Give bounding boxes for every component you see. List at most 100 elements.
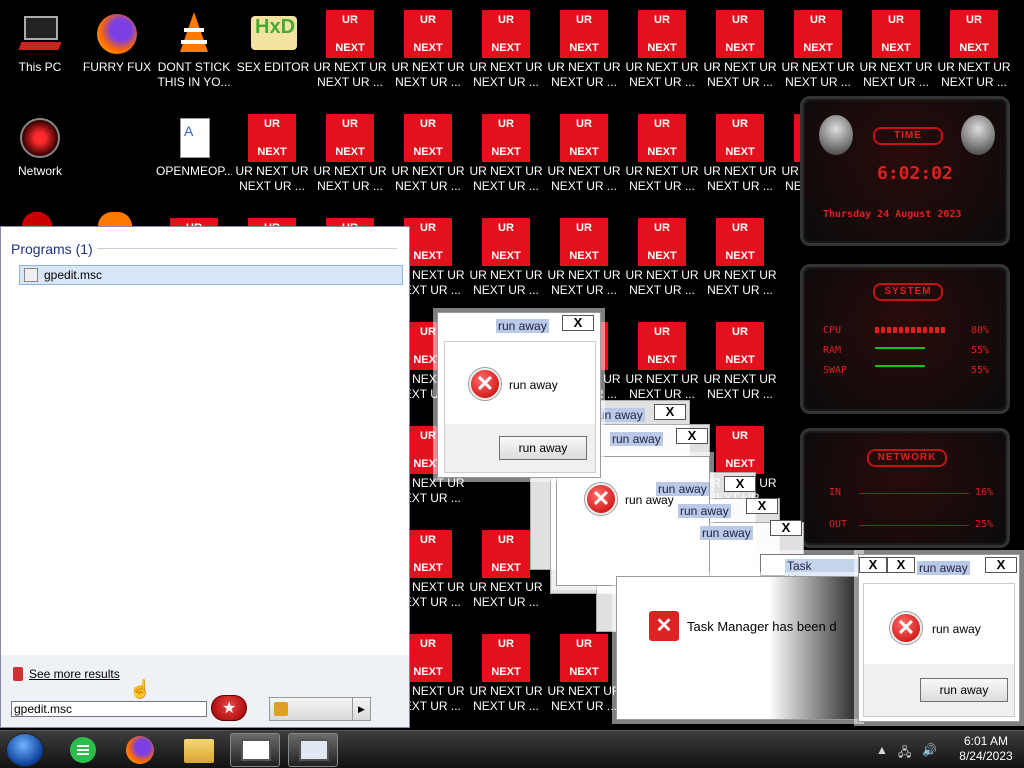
desktop-icon-ur-next[interactable]: URNEXTUR NEXT URNEXT UR ... bbox=[702, 4, 778, 90]
ur-icon-top-text: UR bbox=[420, 14, 436, 26]
desktop-icon-ur-next[interactable]: URNEXTUR NEXT URNEXT UR ... bbox=[546, 212, 622, 298]
ur-next-icon: UR NEXT bbox=[482, 530, 530, 578]
desktop-icon-ur-next[interactable]: URNEXTUR NEXT URNEXT UR ... bbox=[624, 212, 700, 298]
desktop-icon-label: NEXT UR ... bbox=[629, 179, 695, 193]
net-in-value: 16% bbox=[975, 487, 994, 498]
ur-next-icon: UR NEXT bbox=[716, 10, 764, 58]
ur-next-icon: UR NEXT bbox=[560, 10, 608, 58]
desktop-icon-ur-next[interactable]: URNEXTUR NEXT URNEXT UR ... bbox=[468, 4, 544, 90]
desktop-icon-ur-next[interactable]: URNEXTUR NEXT URNEXT UR ... bbox=[312, 4, 388, 90]
clock[interactable]: 6:01 AM 8/24/2023 bbox=[956, 734, 1016, 764]
close-button[interactable]: X bbox=[746, 498, 778, 514]
desktop-icon-label: NEXT UR ... bbox=[707, 387, 773, 401]
taskbar-app-window[interactable] bbox=[230, 733, 280, 767]
desktop-icon-label: NEXT UR ... bbox=[473, 699, 539, 713]
desktop-icon-ur-next[interactable]: URNEXTUR NEXT URNEXT UR ... bbox=[234, 108, 310, 194]
desktop-icon-ur-next[interactable]: URNEXTUR NEXT URNEXT UR ... bbox=[390, 4, 466, 90]
error-icon: ✕ bbox=[585, 483, 617, 515]
desktop-icon-furry-fux[interactable]: FURRY FUX bbox=[79, 4, 155, 75]
taskbar-app-explorer[interactable] bbox=[174, 733, 224, 767]
partial-icon bbox=[98, 212, 132, 226]
desktop-icon-network[interactable]: Network bbox=[2, 108, 78, 179]
system-gadget: TIME 6:02:02 Thursday 24 August 2023 SYS… bbox=[792, 94, 1024, 554]
dialog-title: run away bbox=[700, 526, 753, 540]
desktop-icon-dont-stick[interactable]: DONT STICK THIS IN YO... bbox=[156, 4, 232, 90]
shutdown-options-arrow[interactable]: ▶ bbox=[352, 698, 370, 720]
show-hidden-icons-icon[interactable]: ▲ bbox=[876, 743, 888, 757]
desktop-icon-label: NEXT UR ... bbox=[473, 179, 539, 193]
desktop-icon-ur-next[interactable]: URNEXTUR NEXT URNEXT UR ... bbox=[312, 108, 388, 194]
desktop-icon-label: NEXT UR ... bbox=[317, 75, 383, 89]
desktop-icon-ur-next[interactable]: URNEXTUR NEXT URNEXT UR ... bbox=[702, 212, 778, 298]
run-away-button[interactable]: run away bbox=[920, 678, 1008, 702]
see-more-results-link[interactable]: See more results bbox=[29, 667, 120, 681]
desktop-icon-label: UR NEXT UR bbox=[859, 60, 933, 74]
desktop-icon-ur-next[interactable]: URNEXTUR NEXT URNEXT UR ... bbox=[624, 108, 700, 194]
ur-icon-top-text: UR bbox=[342, 118, 358, 130]
desktop-icon-ur-next[interactable]: URNEXTUR NEXT URNEXT UR ... bbox=[702, 316, 778, 402]
run-away-button[interactable]: run away bbox=[499, 436, 587, 460]
volume-icon[interactable]: 🔊 bbox=[922, 743, 937, 757]
ur-icon-top-text: UR bbox=[810, 14, 826, 26]
task-manager-titlebar: Task Manager bbox=[760, 554, 860, 587]
dialog-title: run away bbox=[678, 504, 731, 518]
desktop-icon-ur-next[interactable]: URNEXTUR NEXT URNEXT UR ... bbox=[468, 108, 544, 194]
start-search-input[interactable]: gpedit.msc bbox=[11, 701, 207, 717]
shutdown-button[interactable]: ▶ bbox=[269, 697, 371, 721]
divider bbox=[97, 248, 397, 249]
error-icon: ✕ bbox=[890, 612, 922, 644]
start-button[interactable] bbox=[6, 733, 44, 767]
clock-time: 6:01 AM bbox=[963, 734, 1009, 748]
cpu-label: CPU bbox=[823, 325, 842, 336]
dialog-title: run away bbox=[917, 561, 970, 575]
desktop-icon-label: NEXT UR ... bbox=[785, 75, 851, 89]
taskbar-app-notes[interactable] bbox=[58, 733, 108, 767]
program-result-gpedit[interactable]: gpedit.msc bbox=[19, 265, 403, 285]
close-button[interactable]: X bbox=[859, 557, 887, 573]
desktop-icon-sex-editor[interactable]: HxD SEX EDITOR bbox=[235, 4, 311, 75]
search-button[interactable]: ★ bbox=[211, 695, 247, 721]
close-button[interactable]: X bbox=[985, 557, 1017, 573]
desktop-icon-ur-next[interactable]: URNEXTUR NEXT URNEXT UR ... bbox=[546, 628, 622, 714]
start-menu: Programs (1) gpedit.msc See more results… bbox=[0, 226, 410, 728]
close-button[interactable]: X bbox=[724, 476, 756, 492]
ur-icon-bottom-text: NEXT bbox=[569, 42, 599, 54]
desktop-icon-ur-next[interactable]: URNEXTUR NEXT URNEXT UR ... bbox=[702, 108, 778, 194]
desktop-icon-this-pc[interactable]: This PC bbox=[2, 4, 78, 75]
ur-next-icon: UR NEXT bbox=[716, 426, 764, 474]
close-button[interactable]: X bbox=[676, 428, 708, 444]
desktop-icon-ur-next[interactable]: URNEXTUR NEXT URNEXT UR ... bbox=[624, 4, 700, 90]
taskbar-app-task-manager[interactable] bbox=[288, 733, 338, 767]
desktop-icon-label: UR NEXT UR bbox=[235, 164, 309, 178]
desktop-icon-ur-next[interactable]: URNEXTUR NEXT URNEXT UR ... bbox=[468, 212, 544, 298]
ur-icon-top-text: UR bbox=[576, 118, 592, 130]
ur-next-icon: UR NEXT bbox=[404, 114, 452, 162]
desktop-icon-ur-next[interactable]: URNEXTUR NEXT URNEXT UR ... bbox=[546, 108, 622, 194]
ur-icon-bottom-text: NEXT bbox=[335, 42, 365, 54]
desktop-icon-label: UR NEXT UR bbox=[391, 60, 465, 74]
desktop-icon-ur-next[interactable]: URNEXTUR NEXT URNEXT UR ... bbox=[936, 4, 1012, 90]
close-button[interactable]: X bbox=[654, 404, 686, 420]
desktop-icon-ur-next[interactable]: URNEXTUR NEXT URNEXT UR ... bbox=[780, 4, 856, 90]
network-tray-icon[interactable]: 🖧 bbox=[898, 743, 911, 764]
close-button[interactable]: X bbox=[562, 315, 594, 331]
ur-next-icon: UR NEXT bbox=[560, 114, 608, 162]
taskbar-app-firefox[interactable] bbox=[116, 733, 166, 767]
desktop-icon-label: UR NEXT UR bbox=[625, 60, 699, 74]
desktop-icon-ur-next[interactable]: URNEXTUR NEXT URNEXT UR ... bbox=[546, 4, 622, 90]
desktop-icon-ur-next[interactable]: URNEXTUR NEXT URNEXT UR ... bbox=[624, 316, 700, 402]
close-button[interactable]: X bbox=[770, 520, 802, 536]
hand-cursor-icon: ☝ bbox=[129, 679, 152, 699]
ur-next-icon: UR NEXT bbox=[560, 634, 608, 682]
desktop-icon-label: NEXT UR ... bbox=[707, 283, 773, 297]
close-button[interactable]: X bbox=[887, 557, 915, 573]
desktop-icon-ur-next[interactable]: URNEXTUR NEXT URNEXT UR ... bbox=[390, 108, 466, 194]
ur-next-icon: UR NEXT bbox=[716, 114, 764, 162]
desktop-icon-ur-next[interactable]: URNEXTUR NEXT URNEXT UR ... bbox=[468, 628, 544, 714]
ur-next-icon: UR NEXT bbox=[326, 10, 374, 58]
error-dialog-titlebar: run away X bbox=[660, 496, 790, 518]
desktop-icon-openmeop[interactable]: A OPENMEOP... bbox=[156, 108, 232, 179]
ur-icon-top-text: UR bbox=[654, 222, 670, 234]
desktop-icon-ur-next[interactable]: URNEXTUR NEXT URNEXT UR ... bbox=[858, 4, 934, 90]
ur-icon-top-text: UR bbox=[420, 118, 436, 130]
